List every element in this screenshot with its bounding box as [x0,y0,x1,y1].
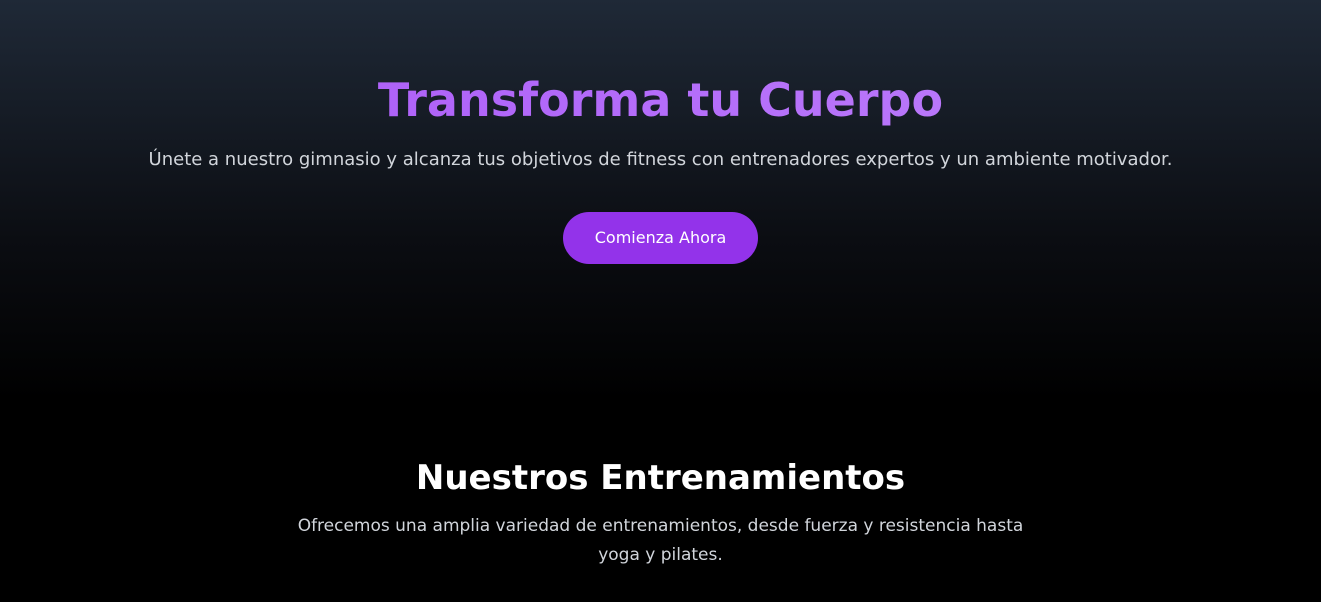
page: Transforma tu Cuerpo Únete a nuestro gim… [0,0,1321,602]
trainings-title: Nuestros Entrenamientos [415,458,906,498]
trainings-description: Ofrecemos una amplia variedad de entrena… [297,516,1024,565]
hero-title: Transforma tu Cuerpo [0,70,1321,130]
start-now-button[interactable]: Comienza Ahora [563,212,758,264]
hero-section: Transforma tu Cuerpo Únete a nuestro gim… [0,0,1321,400]
hero-subtitle: Únete a nuestro gimnasio y alcanza tus o… [148,149,1173,170]
